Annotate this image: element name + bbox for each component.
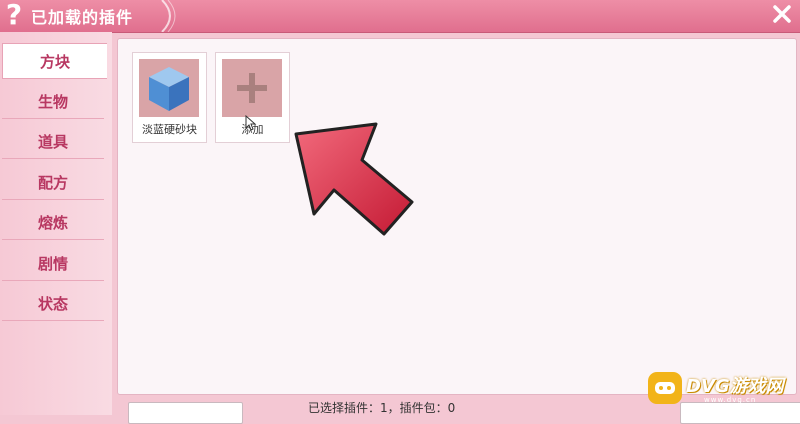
footer-left-button[interactable] [128,402,243,424]
watermark-text: DVG游戏网 [686,376,784,397]
category-sidebar: 方块 生物 道具 配方 熔炼 剧情 状态 [0,32,112,415]
sidebar-item-label: 方块 [39,52,70,71]
window-title: 已加载的插件 [31,8,134,27]
sidebar-item-items[interactable]: 道具 [2,124,104,159]
mouse-cursor-icon [245,115,257,131]
watermark: DVG游戏网 www.dvg.cn [646,368,796,408]
close-icon[interactable] [772,4,792,24]
sidebar-item-label: 熔炼 [37,213,68,232]
sidebar-item-blocks[interactable]: 方块 [2,43,107,79]
plugin-grid-panel: 淡蓝硬砂块 添加 [117,38,797,395]
add-plugin-button[interactable]: 添加 [215,52,290,143]
selection-status: 已选择插件：1，插件包：0 [308,401,456,415]
plugin-thumbnail [222,59,282,117]
sidebar-item-status[interactable]: 状态 [2,286,104,321]
sidebar-item-label: 配方 [37,173,68,192]
title-ornament-icon [161,0,176,32]
sidebar-item-creatures[interactable]: 生物 [2,84,104,119]
title-bar: ? 已加载的插件 [0,0,800,33]
red-pointer-arrow-icon [294,122,414,236]
watermark-subtext: www.dvg.cn [704,396,757,404]
plugin-thumbnail [139,59,199,117]
plugin-card-light-blue-sandstone[interactable]: 淡蓝硬砂块 [132,52,207,143]
plus-icon [237,73,267,103]
plugin-label: 淡蓝硬砂块 [142,123,197,136]
question-mark-icon[interactable]: ? [2,0,26,30]
sidebar-item-label: 状态 [37,294,68,313]
blue-cube-icon [149,67,189,111]
sidebar-item-label: 道具 [37,132,68,151]
sidebar-item-story[interactable]: 剧情 [2,246,104,281]
sidebar-item-smelting[interactable]: 熔炼 [2,205,104,240]
sidebar-item-label: 剧情 [37,254,68,273]
gamepad-logo-icon [648,372,682,404]
sidebar-item-label: 生物 [37,92,68,111]
sidebar-item-recipes[interactable]: 配方 [2,165,104,200]
